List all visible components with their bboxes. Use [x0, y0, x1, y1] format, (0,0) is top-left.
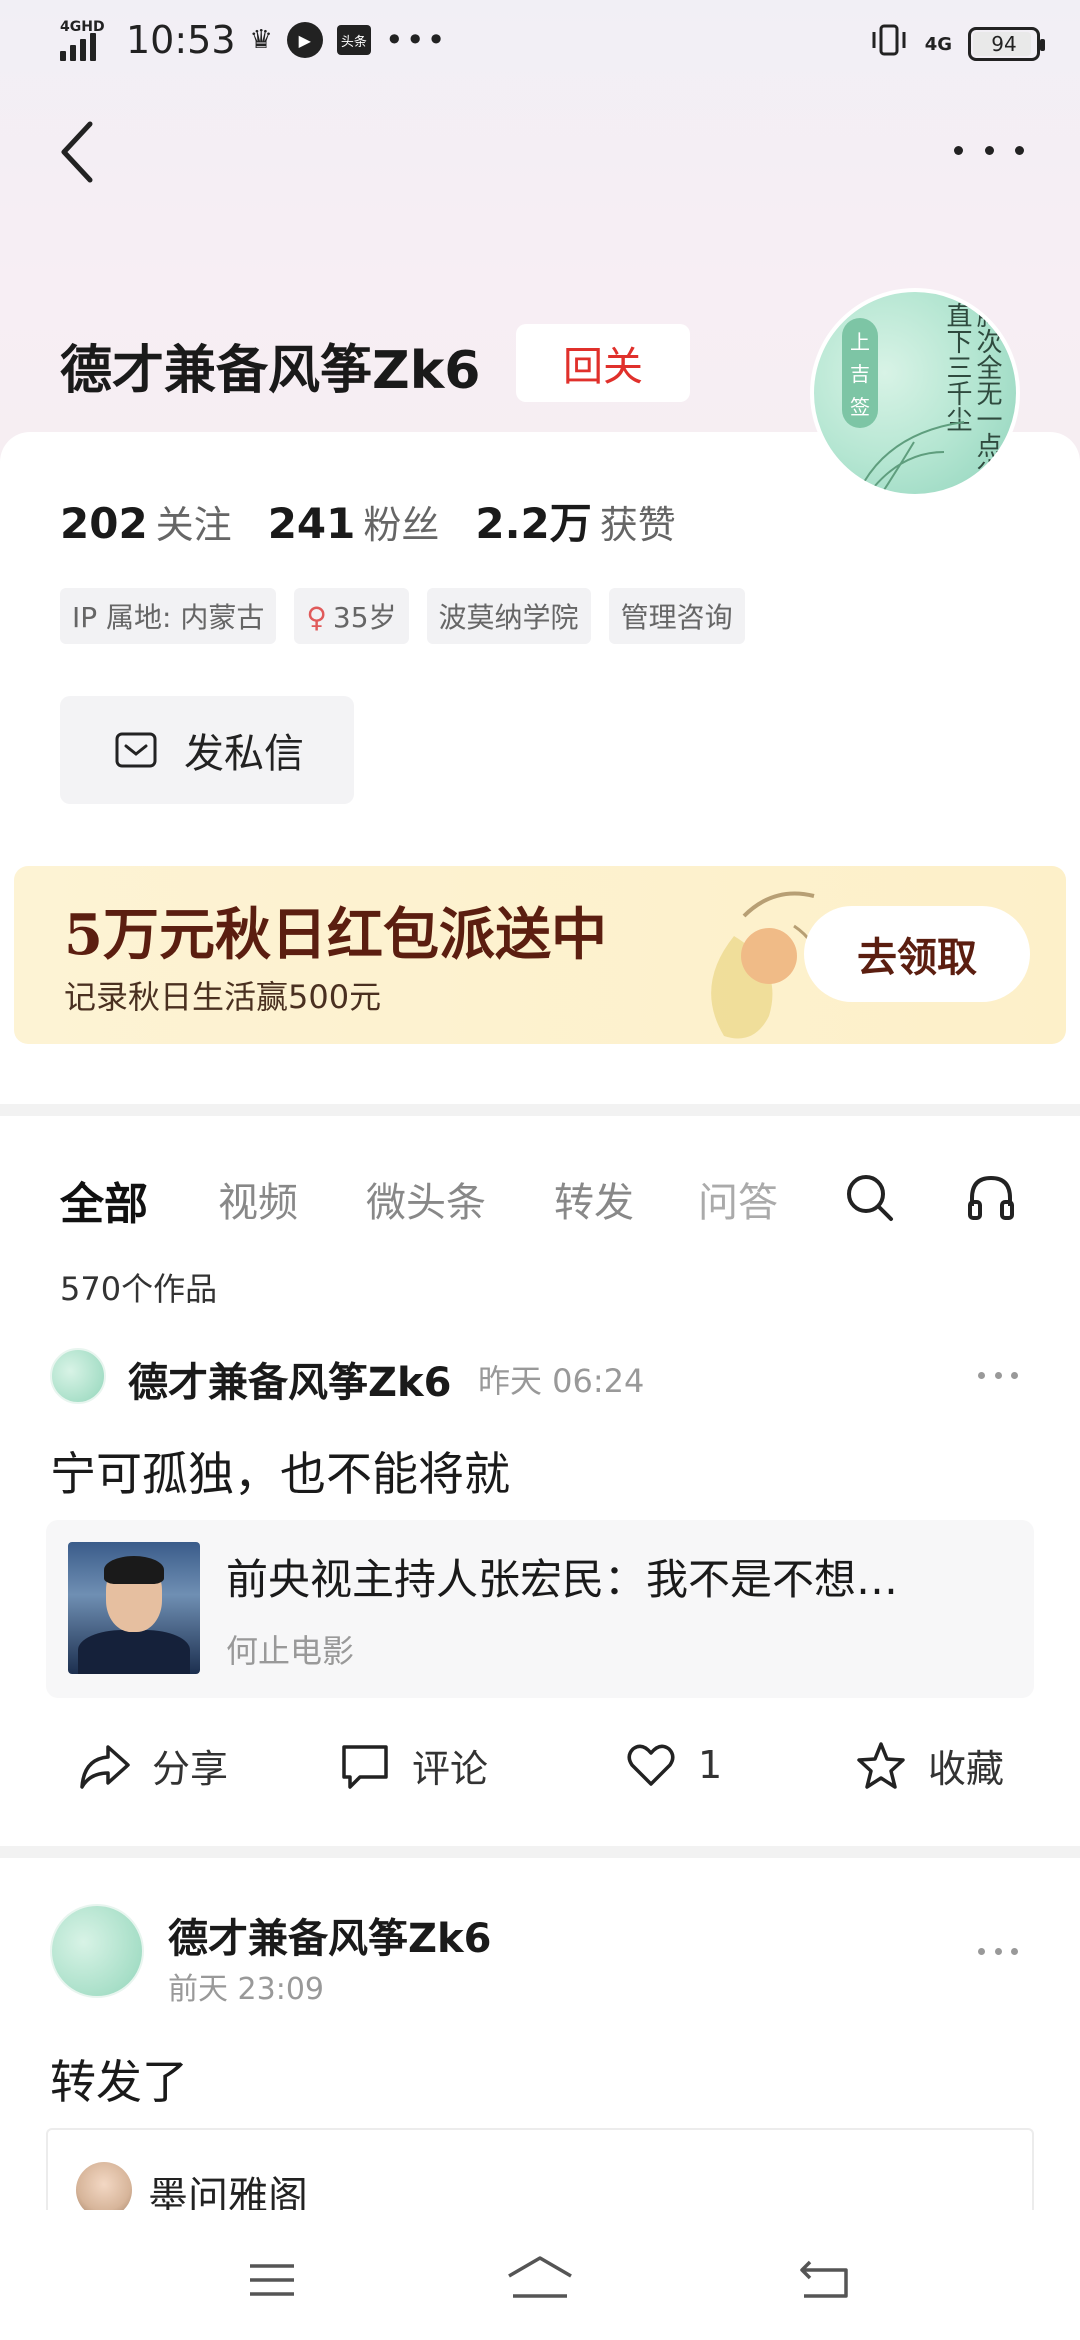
like-count: 1	[698, 1743, 723, 1787]
favorite-button[interactable]: 收藏	[854, 1738, 1004, 1793]
headphones-icon[interactable]	[964, 1170, 1018, 1224]
link-title: 前央视主持人张宏民：我不是不想…	[226, 1555, 899, 1604]
direct-message-button[interactable]: 发私信	[60, 696, 354, 804]
industry-tag: 管理咨询	[608, 588, 745, 644]
promo-banner[interactable]: 5万元秋日红包派送中 记录秋日生活赢500元 去领取	[14, 866, 1066, 1044]
link-source: 何止电影	[226, 1632, 355, 1670]
back-button[interactable]	[56, 118, 96, 186]
profile-tags: IP 属地: 内蒙古 ♀ 35岁 波莫纳学院 管理咨询	[60, 588, 745, 644]
following-stat[interactable]: 202 关注	[60, 494, 232, 549]
followers-stat[interactable]: 241 粉丝	[268, 494, 440, 549]
network-4g-label: 4G	[924, 33, 952, 55]
share-button[interactable]: 分享	[78, 1738, 228, 1793]
female-icon: ♀	[306, 601, 327, 634]
content-tabs: 全部 视频 微头条 转发 问答	[60, 1170, 1020, 1230]
tab-reposts[interactable]: 转发	[554, 1170, 634, 1228]
post-actions: 分享 评论 1 收藏	[0, 1738, 1080, 1808]
heart-icon	[627, 1744, 675, 1786]
post2-more-button[interactable]	[978, 1948, 1018, 1958]
promo-subtitle: 记录秋日生活赢500元	[64, 978, 382, 1016]
video-app-icon: ▶	[286, 22, 323, 58]
orchid-icon	[863, 421, 965, 491]
post2-username[interactable]: 德才兼备风筝Zk6	[168, 1906, 491, 1964]
section-divider	[0, 1104, 1080, 1116]
toutiao-app-icon: 头条	[336, 25, 371, 55]
shared-link-card[interactable]: 前央视主持人张宏民：我不是不想… 何止电影	[46, 1520, 1034, 1698]
ip-location-tag: IP 属地: 内蒙古	[60, 588, 277, 644]
tab-video[interactable]: 视频	[218, 1170, 298, 1228]
share-icon	[80, 1744, 130, 1789]
status-bar: 4GHD 10:53 ♛ ▶ 头条 ••• 4G 94	[0, 0, 1080, 84]
age-tag: ♀ 35岁	[294, 588, 409, 644]
crown-icon: ♛	[249, 25, 273, 55]
tab-qa[interactable]: 问答	[698, 1170, 778, 1228]
post-more-button[interactable]	[978, 1372, 1018, 1382]
system-nav-bar	[0, 2210, 1080, 2340]
tab-all[interactable]: 全部	[60, 1168, 148, 1232]
search-icon[interactable]	[842, 1170, 896, 1224]
post-time: 昨天 06:24	[478, 1362, 645, 1400]
follow-back-button[interactable]: 回关	[516, 324, 690, 402]
post-text[interactable]: 宁可孤独，也不能将就	[50, 1438, 510, 1504]
star-icon	[857, 1741, 905, 1789]
post2-text[interactable]: 转发了	[50, 2046, 188, 2112]
more-options-button[interactable]	[954, 130, 1024, 170]
post2-time: 前天 23:09	[168, 1972, 324, 2007]
tab-micro-posts[interactable]: 微头条	[366, 1170, 486, 1228]
profile-stats: 202 关注 241 粉丝 2.2万 获赞	[60, 490, 676, 551]
home-icon[interactable]	[505, 2250, 575, 2310]
vibrate-icon	[869, 22, 909, 66]
like-button[interactable]: 1	[624, 1738, 722, 1792]
claim-button[interactable]: 去领取	[804, 906, 1030, 1002]
profile-username: 德才兼备风筝Zk6	[60, 341, 481, 401]
comment-icon	[342, 1744, 388, 1789]
post-username[interactable]: 德才兼备风筝Zk6	[128, 1350, 451, 1408]
clock: 10:53	[126, 18, 236, 62]
school-tag: 波莫纳学院	[426, 588, 591, 644]
post-avatar[interactable]	[50, 1348, 106, 1404]
menu-icon[interactable]	[236, 2250, 306, 2310]
promo-title: 5万元秋日红包派送中	[64, 902, 607, 968]
post-divider	[0, 1846, 1080, 1858]
more-notifications-icon: •••	[384, 21, 448, 59]
message-icon	[115, 732, 157, 768]
battery-icon: 94	[968, 27, 1045, 61]
profile-avatar[interactable]: 上 吉 签 胸次全无一点尘直下三千尘	[810, 288, 1020, 498]
back-nav-icon[interactable]	[790, 2250, 860, 2310]
post2-avatar[interactable]	[50, 1904, 144, 1998]
likes-stat[interactable]: 2.2万 获赞	[475, 490, 675, 551]
link-thumbnail	[68, 1542, 200, 1674]
works-count: 570个作品	[60, 1270, 218, 1308]
back-arrow-icon	[61, 121, 93, 183]
signal-icon: 4GHD	[60, 19, 106, 61]
comment-button[interactable]: 评论	[338, 1738, 488, 1793]
battery-level: 94	[991, 32, 1017, 56]
